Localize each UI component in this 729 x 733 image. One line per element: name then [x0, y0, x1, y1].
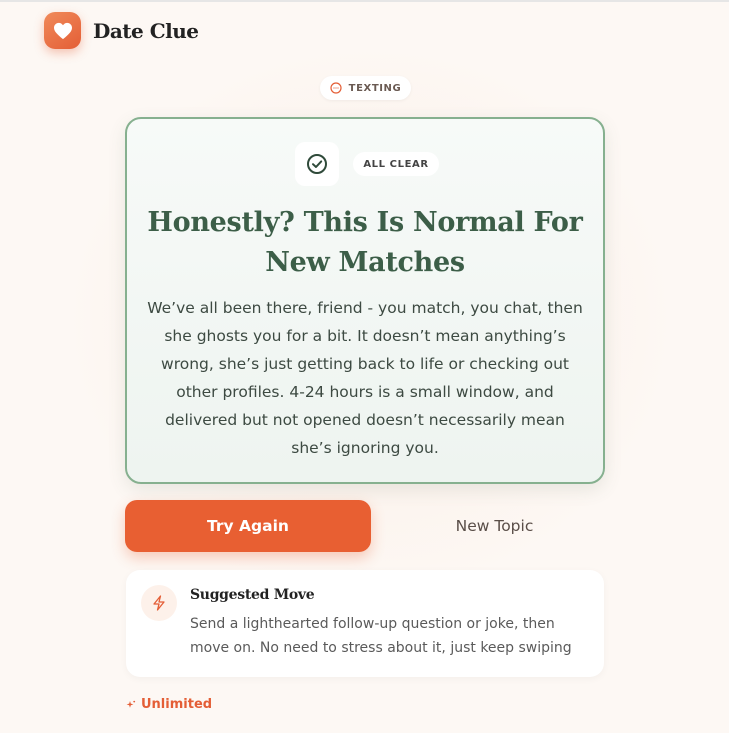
new-topic-button[interactable]: New Topic — [384, 500, 605, 552]
result-card: ALL CLEAR Honestly? This Is Normal For N… — [125, 117, 605, 484]
category-chip-label: TEXTING — [348, 82, 402, 94]
status-badge: ALL CLEAR — [353, 152, 439, 176]
top-divider — [0, 0, 729, 2]
result-title: Honestly? This Is Normal For New Matches — [147, 207, 583, 278]
lightning-bolt-icon — [141, 585, 177, 621]
heart-logo-icon[interactable] — [44, 12, 81, 49]
sparkle-icon — [126, 695, 136, 714]
try-again-button[interactable]: Try Again — [125, 500, 371, 552]
plan-label: Unlimited — [141, 697, 213, 712]
chat-bubble-icon — [330, 79, 342, 98]
result-body: We’ve all been there, friend - you match… — [147, 299, 583, 457]
suggestion-card: Suggested Move Send a lighthearted follo… — [126, 570, 604, 677]
app-header: Date Clue — [44, 12, 199, 49]
suggestion-body: Send a lighthearted follow-up question o… — [190, 616, 572, 656]
category-chip: TEXTING — [320, 76, 411, 100]
plan-badge[interactable]: Unlimited — [126, 695, 212, 714]
app-name: Date Clue — [93, 18, 199, 43]
suggestion-title: Suggested Move — [190, 587, 315, 603]
check-circle-icon — [295, 142, 339, 186]
